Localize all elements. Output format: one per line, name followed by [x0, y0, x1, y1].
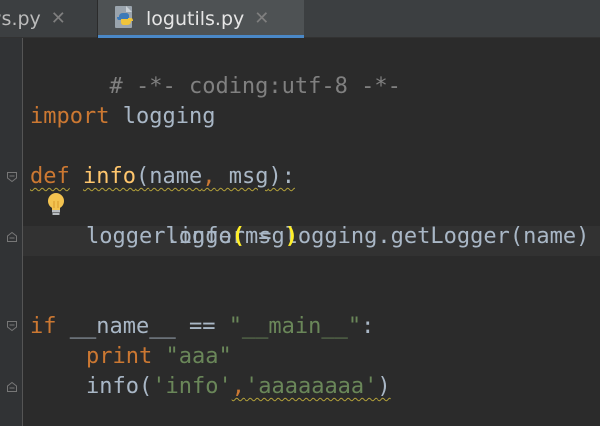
punctuation: , — [231, 374, 245, 399]
tab-label: ws.py — [0, 8, 41, 30]
punctuation: ) — [377, 374, 391, 399]
identifier: logger.info — [86, 224, 232, 249]
tab-ws-py[interactable]: ws.py ✕ — [0, 0, 98, 38]
code-line-5: def info(name, msg): — [30, 162, 295, 192]
punctuation: , — [202, 164, 216, 189]
string: 'info' — [152, 374, 232, 399]
keyword: import — [30, 104, 110, 129]
comment: # -*- coding:utf-8 -*- — [109, 74, 401, 99]
keyword: print — [86, 344, 153, 369]
tab-label: logutils.py — [146, 8, 245, 30]
close-icon[interactable]: ✕ — [254, 10, 269, 28]
keyword: if — [30, 314, 57, 339]
string: "aaa" — [152, 344, 232, 369]
punctuation: ): — [268, 164, 295, 189]
close-icon[interactable]: ✕ — [51, 10, 66, 28]
code-line-3: import logging — [30, 102, 215, 132]
function-name: info — [83, 164, 136, 189]
identifier: logging — [109, 104, 216, 129]
code-line-6: logger = logging.getLogger(name) — [86, 192, 589, 249]
editor-window: ws.py ✕ logutils.py ✕ — [0, 0, 600, 426]
fold-icon[interactable] — [6, 171, 18, 183]
string: "__main__" — [228, 314, 362, 339]
fold-icon[interactable] — [6, 381, 18, 393]
fold-icon[interactable] — [6, 320, 18, 332]
identifier: msg — [244, 224, 285, 249]
code-line-1: # -*- coding:utf-8 -*- — [30, 42, 400, 99]
parameter: msg — [215, 164, 269, 189]
tab-bar: ws.py ✕ logutils.py ✕ — [0, 0, 600, 38]
matched-bracket: ) — [284, 224, 298, 249]
punctuation: : — [361, 314, 375, 339]
parameter: name — [149, 164, 203, 189]
code-line-10: if __name__ == "__main__": — [30, 312, 374, 342]
lightbulb-icon[interactable] — [46, 192, 66, 218]
code-line-12: info('info','aaaaaaaa') — [86, 372, 391, 402]
python-icon — [112, 5, 138, 33]
string: 'aaaaaaaa' — [244, 374, 378, 399]
identifier: __name__ == — [56, 314, 229, 339]
matched-bracket: ( — [231, 224, 245, 249]
keyword: def — [30, 164, 70, 189]
code-line-11: print "aaa" — [86, 342, 232, 372]
tab-logutils-py[interactable]: logutils.py ✕ — [98, 0, 304, 38]
punctuation: ( — [135, 164, 150, 189]
code-line-7: logger.info(msg) — [86, 222, 298, 252]
fold-icon[interactable] — [6, 231, 18, 243]
identifier: info( — [86, 374, 153, 399]
